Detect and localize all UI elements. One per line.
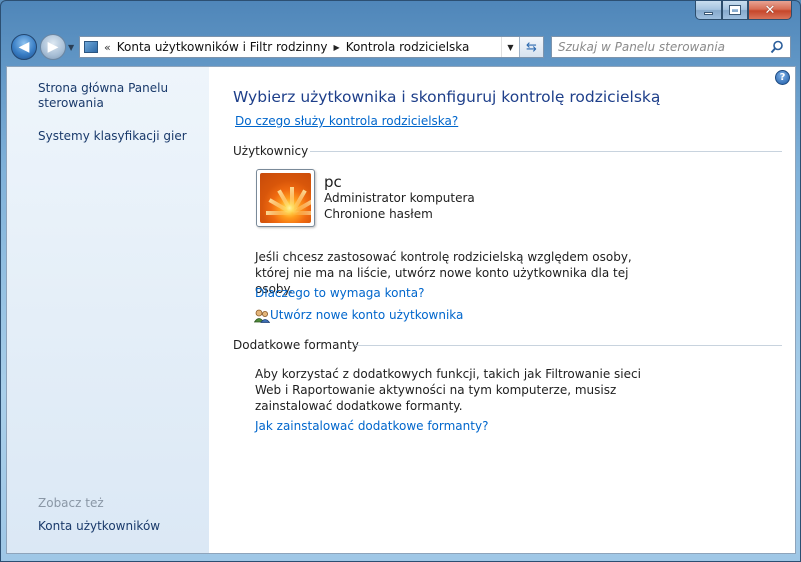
page-title: Wybierz użytkownika i skonfiguruj kontro… [233, 88, 661, 106]
chevron-down-icon: ▼ [507, 42, 514, 52]
search-box[interactable] [551, 36, 791, 58]
help-button[interactable]: ? [775, 70, 790, 85]
caption-buttons: ✕ [695, 1, 792, 21]
user-avatar[interactable] [256, 169, 315, 227]
breadcrumb-overflow-icon[interactable]: « [104, 41, 111, 54]
forward-button[interactable]: ▶ [40, 34, 66, 60]
recent-pages-dropdown[interactable]: ▼ [68, 43, 74, 52]
sidebar-item-game-ratings[interactable]: Systemy klasyfikacji gier [38, 129, 187, 144]
maximize-icon [729, 5, 741, 15]
breadcrumb-item-user-accounts[interactable]: Konta użytkowników i Filtr rodzinny [117, 40, 328, 54]
sidebar-item-control-panel-home[interactable]: Strona główna Panelu sterowania [38, 81, 188, 111]
users-section-heading: Użytkownicy [233, 144, 309, 158]
back-button[interactable]: ◀ [11, 34, 37, 60]
address-history-dropdown[interactable]: ▼ [501, 37, 519, 57]
arrow-left-icon: ◀ [18, 39, 30, 55]
arrow-right-icon: ▶ [47, 39, 59, 55]
section-divider [355, 345, 782, 346]
main-panel: ? Wybierz użytkownika i skonfiguruj kont… [209, 67, 795, 553]
user-accounts-icon [254, 309, 270, 323]
flower-picture [260, 173, 311, 223]
refresh-button[interactable]: ⇆ [519, 37, 543, 57]
refresh-icon: ⇆ [526, 39, 537, 55]
extra-controls-text: Aby korzystać z dodatkowych funkcji, tak… [255, 367, 641, 413]
section-divider [310, 151, 782, 152]
user-name[interactable]: pc [324, 173, 342, 191]
close-button[interactable]: ✕ [748, 1, 792, 20]
window-frame: ✕ ◀ ▶ ▼ « Konta użytkowników i Filtr rod… [0, 0, 801, 562]
maximize-button[interactable] [722, 1, 748, 20]
minimize-button[interactable] [695, 1, 722, 20]
user-password-status: Chronione hasłem [324, 207, 433, 221]
address-bar[interactable]: « Konta użytkowników i Filtr rodzinny ▶ … [79, 36, 544, 58]
close-icon: ✕ [764, 2, 776, 18]
sidebar: Strona główna Panelu sterowania Systemy … [7, 67, 209, 553]
extra-controls-heading: Dodatkowe formanty [233, 338, 359, 352]
search-icon[interactable] [770, 40, 784, 54]
help-icon: ? [779, 72, 786, 83]
breadcrumb-item-parental-controls[interactable]: Kontrola rodzicielska [346, 40, 470, 54]
install-controls-link[interactable]: Jak zainstalować dodatkowe formanty? [255, 419, 488, 433]
user-role: Administrator komputera [324, 191, 475, 205]
control-panel-icon [80, 37, 102, 57]
search-input[interactable] [558, 40, 763, 54]
chevron-right-icon[interactable]: ▶ [334, 43, 340, 52]
content-area: Strona główna Panelu sterowania Systemy … [6, 66, 796, 554]
create-account-link[interactable]: Utwórz nowe konto użytkownika [270, 308, 463, 322]
what-is-parental-control-link[interactable]: Do czego służy kontrola rodzicielska? [235, 114, 458, 128]
sidebar-item-user-accounts[interactable]: Konta użytkowników [38, 519, 160, 534]
see-also-heading: Zobacz też [38, 496, 104, 510]
why-account-link[interactable]: Dlaczego to wymaga konta? [255, 286, 424, 300]
minimize-icon [704, 11, 713, 15]
